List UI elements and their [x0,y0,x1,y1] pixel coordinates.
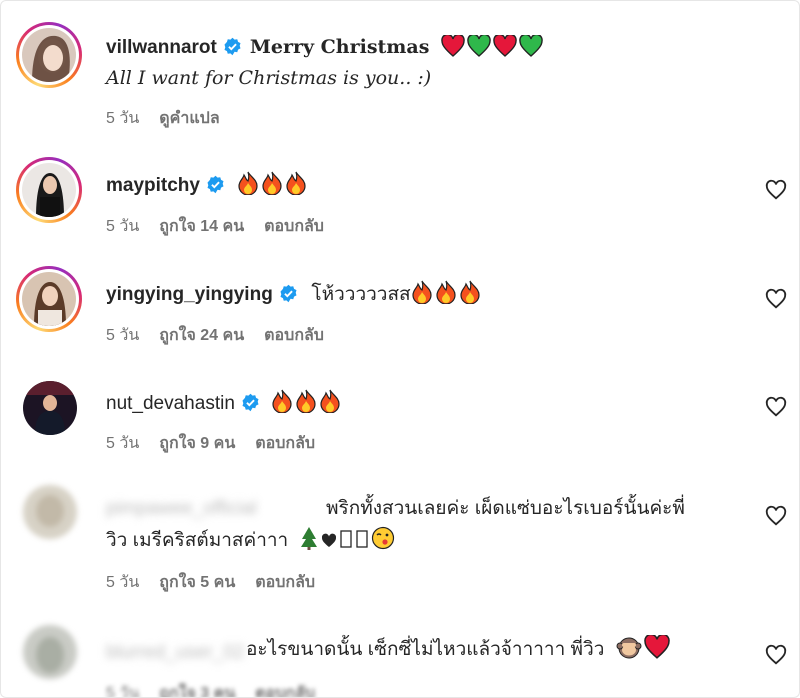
comment-time[interactable]: 5 วัน [106,218,139,235]
avatar[interactable] [22,28,76,82]
likes-count[interactable]: ถูกใจ 24 คน [159,327,244,344]
verified-badge-icon [206,175,225,201]
fire-emojis [411,280,483,311]
heart-outline-icon [765,644,787,665]
likes-count[interactable]: ถูกใจ 3 คน [159,685,235,697]
username-link[interactable]: maypitchy [106,175,200,196]
likes-count[interactable]: ถูกใจ 5 คน [159,574,235,591]
emoji-group [616,633,672,666]
like-button[interactable] [765,396,787,418]
reply-button[interactable]: ตอบกลับ [255,685,315,697]
comment-time[interactable]: 5 วัน [106,574,139,591]
username-link[interactable]: villwannarot [106,37,217,58]
avatar[interactable] [23,381,77,435]
comment-text: Merry Christmas [249,36,430,58]
comment-subtext: All I want for Christmas is you.. :) [106,67,432,89]
comment-meta: 5 วัน ถูกใจ 14 คน ตอบกลับ [106,214,344,239]
comment-text: โห้วววววสส [311,284,411,305]
comment-time[interactable]: 5 วัน [106,327,139,344]
comment-meta: 5 วัน ถูกใจ 9 คน ตอบกลับ [106,431,335,456]
username-link[interactable]: yingying_yingying [106,284,273,305]
like-button[interactable] [765,505,787,527]
story-ring[interactable] [16,266,82,332]
comment-meta: 5 วัน ถูกใจ 5 คน ตอบกลับ [106,570,335,595]
story-ring[interactable] [16,157,82,223]
reply-button[interactable]: ตอบกลับ [255,435,315,452]
avatar[interactable] [22,163,76,217]
comment-text: อะไรขนาดนั้น เซ็กซี่ไม่ไหวแล้วจ้าาาาา พี… [246,639,605,660]
heart-outline-icon [765,396,787,417]
reply-button[interactable]: ตอบกลับ [264,327,324,344]
fire-emojis [237,171,309,202]
fire-emojis [271,389,343,420]
likes-count[interactable]: ถูกใจ 9 คน [159,435,235,452]
comment-text: พริกทั้งสวนเลยค่ะ เผ็ดแซ่บอะไรเบอร์นั้นค… [326,498,685,519]
like-button[interactable] [765,288,787,310]
username-link[interactable]: pimpawee_official [106,493,326,525]
comment-meta: 5 วัน ถูกใจ 24 คน ตอบกลับ [106,323,344,348]
heart-emojis [441,33,545,64]
comments-panel: villwannarot Merry Christmas All I want f… [0,0,800,698]
comment-time[interactable]: 5 วัน [106,435,139,452]
comment-meta: 5 วัน ดูคำแปล [106,106,240,131]
verified-badge-icon [241,393,260,419]
story-ring[interactable] [16,22,82,88]
comment-time[interactable]: 5 วัน [106,110,139,127]
comment-text: วิว เมรีคริสต์มาสค่าาา [106,530,289,551]
verified-badge-icon [279,284,298,310]
heart-outline-icon [765,505,787,526]
comment-time[interactable]: 5 วัน [106,685,139,697]
avatar[interactable] [23,485,77,539]
username-link[interactable]: nut_devahastin [106,393,235,414]
heart-outline-icon [765,288,787,309]
username-link[interactable]: blurred_user_02 [106,640,246,666]
emoji-group [299,526,397,561]
like-button[interactable] [765,644,787,666]
heart-outline-icon [765,179,787,200]
reply-button[interactable]: ตอบกลับ [264,218,324,235]
avatar[interactable] [22,272,76,326]
verified-badge-icon [223,37,242,63]
like-button[interactable] [765,179,787,201]
translate-button[interactable]: ดูคำแปล [159,110,219,127]
avatar[interactable] [23,625,77,679]
comment-meta: 5 วัน ถูกใจ 3 คน ตอบกลับ [106,681,335,697]
likes-count[interactable]: ถูกใจ 14 คน [159,218,244,235]
reply-button[interactable]: ตอบกลับ [255,574,315,591]
